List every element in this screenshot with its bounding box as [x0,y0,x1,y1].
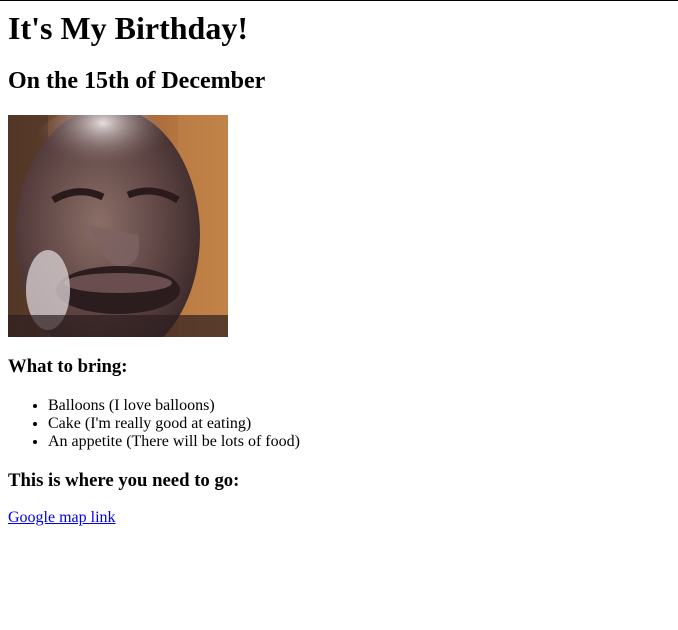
location-heading: This is where you need to go: [8,470,240,491]
person-face-photo-icon [8,115,228,337]
list-item: Cake (I'm really good at eating) [48,415,300,433]
google-map-link[interactable]: Google map link [8,509,116,527]
page-subtitle: On the 15th of December [8,68,266,94]
list-item: An appetite (There will be lots of food) [48,433,300,451]
bring-list: Balloons (I love balloons) Cake (I'm rea… [8,397,300,451]
bring-heading: What to bring: [8,356,128,377]
list-item: Balloons (I love balloons) [48,397,300,415]
birthday-photo [8,115,228,337]
window-top-border [0,0,678,1]
page-title: It's My Birthday! [8,10,248,46]
